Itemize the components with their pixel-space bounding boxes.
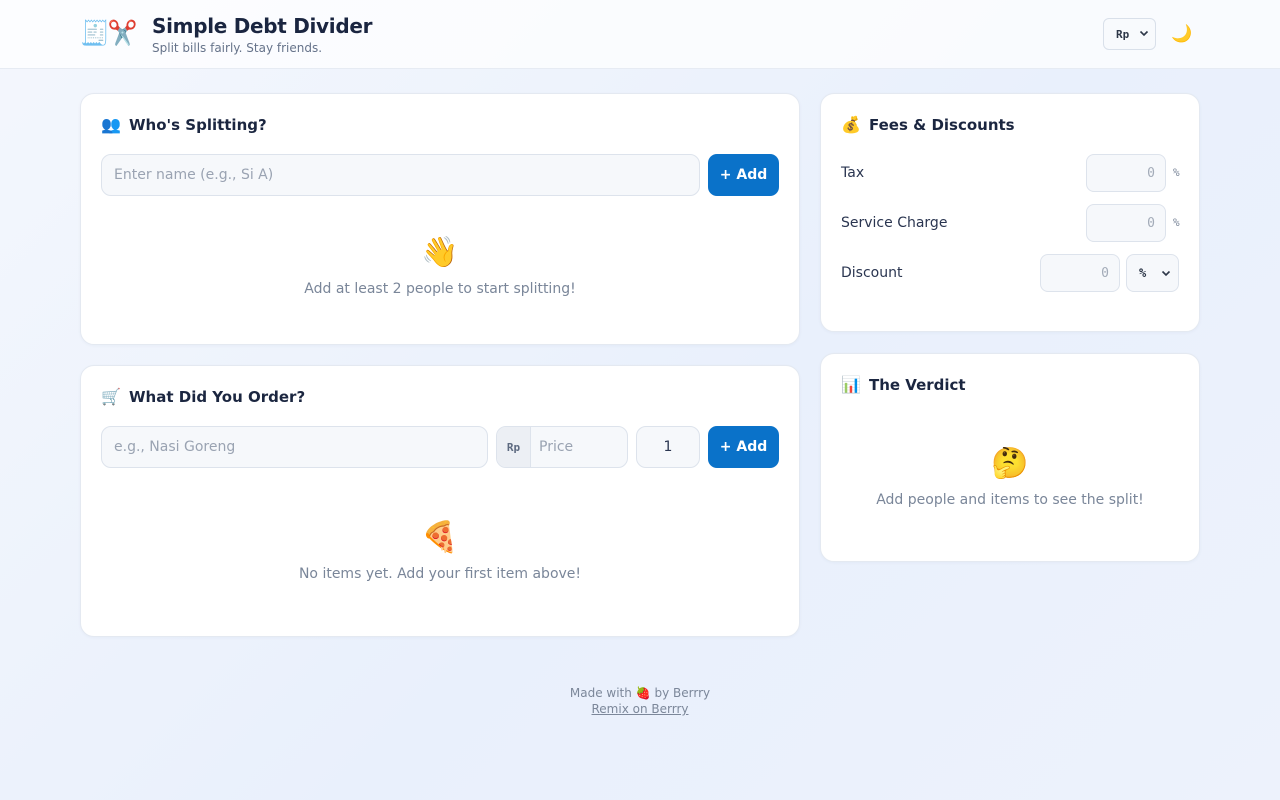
- made-with-line: Made with 🍓 by Berrry: [0, 685, 1280, 701]
- person-name-input[interactable]: Enter name (e.g., Si A): [101, 154, 700, 196]
- strawberry-icon: 🍓: [635, 686, 651, 700]
- add-person-button[interactable]: + Add: [708, 154, 779, 196]
- quantity-input[interactable]: 1: [636, 426, 700, 468]
- order-empty-state: 🍕 No items yet. Add your first item abov…: [81, 520, 799, 582]
- waving-hand-icon: 👋: [421, 235, 459, 270]
- discount-placeholder: 0: [1101, 265, 1109, 281]
- tax-placeholder: 0: [1147, 165, 1155, 181]
- item-name-input[interactable]: e.g., Nasi Goreng: [101, 426, 488, 468]
- tax-input[interactable]: 0: [1086, 154, 1166, 192]
- verdict-empty-state: 🤔 Add people and items to see the split!: [821, 446, 1199, 508]
- discount-type-value: %: [1139, 266, 1147, 280]
- price-input[interactable]: Rp Price: [496, 426, 628, 468]
- bar-chart-icon: 📊: [841, 375, 861, 394]
- chevron-down-icon: [1161, 270, 1171, 277]
- currency-select[interactable]: Rp: [1103, 18, 1156, 50]
- service-charge-input[interactable]: 0: [1086, 204, 1166, 242]
- service-charge-label: Service Charge: [841, 215, 948, 231]
- item-name-placeholder: e.g., Nasi Goreng: [114, 439, 236, 455]
- service-charge-percent-unit: %: [1173, 216, 1180, 229]
- tax-percent-unit: %: [1173, 166, 1180, 179]
- currency-prefix: Rp: [497, 427, 531, 467]
- tax-label: Tax: [841, 165, 865, 181]
- people-icon: 👥: [101, 115, 121, 134]
- order-card-title-text: What Did You Order?: [129, 387, 306, 406]
- fees-card-title: 💰 Fees & Discounts: [841, 115, 1015, 134]
- made-with-suffix: by Berrry: [654, 686, 711, 700]
- money-bag-icon: 💰: [841, 115, 861, 134]
- people-card: 👥 Who's Splitting? Enter name (e.g., Si …: [80, 93, 800, 345]
- order-card: 🛒 What Did You Order? e.g., Nasi Goreng …: [80, 365, 800, 637]
- people-card-title-text: Who's Splitting?: [129, 115, 267, 134]
- quantity-value: 1: [663, 439, 673, 455]
- theme-toggle-moon-icon[interactable]: 🌙: [1168, 20, 1196, 48]
- app-header: 🧾✂️ Simple Debt Divider Split bills fair…: [0, 0, 1280, 69]
- discount-type-select[interactable]: %: [1126, 254, 1179, 292]
- service-charge-placeholder: 0: [1147, 215, 1155, 231]
- chevron-down-icon: [1139, 30, 1149, 37]
- made-with-prefix: Made with: [569, 686, 632, 700]
- pizza-icon: 🍕: [421, 520, 459, 555]
- fees-card: 💰 Fees & Discounts Tax 0 % Service Charg…: [820, 93, 1200, 332]
- app-subtitle: Split bills fairly. Stay friends.: [152, 41, 323, 55]
- price-placeholder: Price: [539, 439, 574, 455]
- verdict-card-title-text: The Verdict: [869, 375, 966, 394]
- shopping-cart-icon: 🛒: [101, 387, 121, 406]
- remix-link[interactable]: Remix on Berrry: [592, 701, 689, 717]
- order-empty-message: No items yet. Add your first item above!: [298, 566, 582, 582]
- verdict-card: 📊 The Verdict 🤔 Add people and items to …: [820, 353, 1200, 562]
- order-card-title: 🛒 What Did You Order?: [101, 387, 305, 406]
- discount-input[interactable]: 0: [1040, 254, 1120, 292]
- currency-select-value: Rp: [1116, 27, 1130, 41]
- discount-label: Discount: [841, 265, 903, 281]
- verdict-card-title: 📊 The Verdict: [841, 375, 966, 394]
- app-title: Simple Debt Divider: [152, 14, 373, 38]
- footer: Made with 🍓 by Berrry Remix on Berrry: [0, 685, 1280, 717]
- people-card-title: 👥 Who's Splitting?: [101, 115, 267, 134]
- person-name-placeholder: Enter name (e.g., Si A): [114, 167, 274, 183]
- add-item-button[interactable]: + Add: [708, 426, 779, 468]
- people-empty-message: Add at least 2 people to start splitting…: [304, 281, 576, 297]
- receipt-scissors-logo-icon: 🧾✂️: [80, 19, 138, 47]
- people-empty-state: 👋 Add at least 2 people to start splitti…: [81, 235, 799, 297]
- thinking-face-icon: 🤔: [991, 446, 1029, 481]
- verdict-empty-message: Add people and items to see the split!: [876, 492, 1144, 508]
- fees-card-title-text: Fees & Discounts: [869, 115, 1015, 134]
